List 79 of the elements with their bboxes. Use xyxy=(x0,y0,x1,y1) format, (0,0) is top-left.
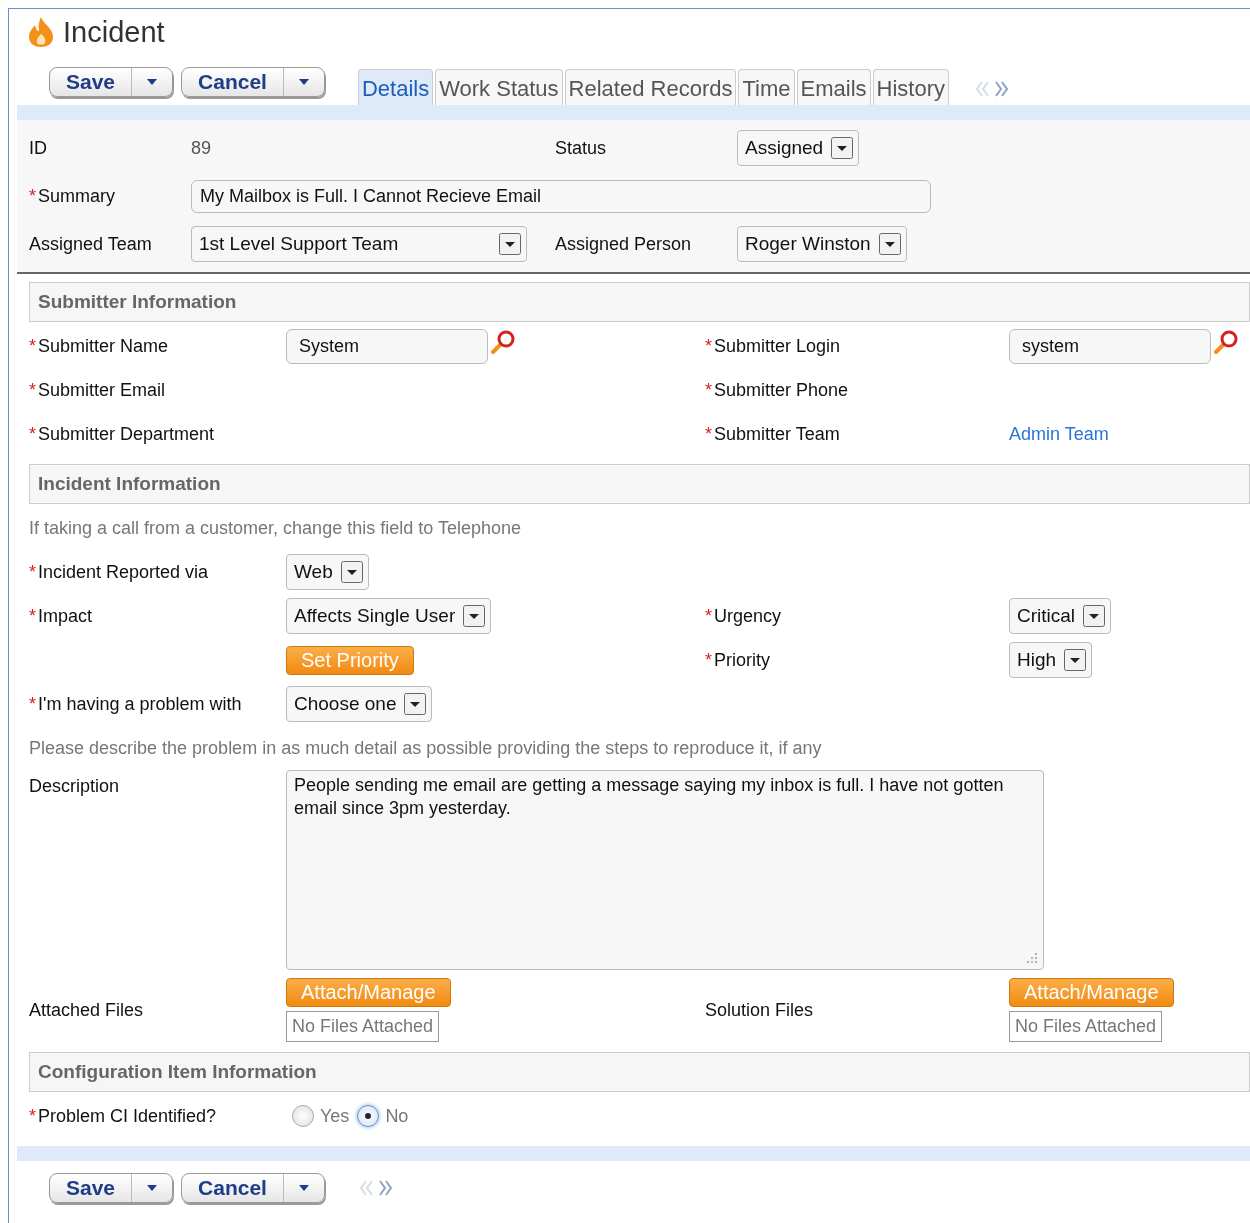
help-text: If taking a call from a customer, change this field to Telephone xyxy=(29,517,521,539)
field-label: Submitter Phone xyxy=(714,379,849,401)
field-label: Incident Reported via xyxy=(38,561,209,583)
split-button[interactable]: Cancel xyxy=(181,67,325,97)
dropdown[interactable]: High xyxy=(1009,642,1093,678)
section-header: Incident Information xyxy=(29,464,1250,504)
required-mark: * xyxy=(29,423,36,445)
caret-icon xyxy=(147,79,158,85)
input-field[interactable]: System xyxy=(286,328,488,364)
caret-icon xyxy=(298,1185,309,1191)
caret-icon xyxy=(147,1185,158,1191)
field-label: Submitter Team xyxy=(714,423,840,445)
required-mark: * xyxy=(29,185,36,207)
required-mark: * xyxy=(29,379,36,401)
files-status: No Files Attached xyxy=(1009,1011,1163,1042)
field-label: Impact xyxy=(38,605,93,627)
radio-button[interactable] xyxy=(357,1105,380,1127)
section-header: Submitter Information xyxy=(29,282,1250,322)
files-status: No Files Attached xyxy=(286,1011,440,1042)
required-mark: * xyxy=(705,605,712,627)
field-label: Summary xyxy=(38,185,116,207)
next-icon[interactable] xyxy=(378,1180,393,1196)
caret-icon xyxy=(298,79,309,85)
tab[interactable]: Work Status xyxy=(435,69,563,105)
required-mark: * xyxy=(705,335,712,357)
page-title: Incident xyxy=(63,15,165,49)
dropdown[interactable]: Critical xyxy=(1009,598,1112,634)
radio-button[interactable] xyxy=(292,1105,314,1127)
field-label: Description xyxy=(29,776,120,797)
input-field[interactable]: system xyxy=(1009,328,1211,364)
search-icon xyxy=(1213,328,1239,355)
dropdown[interactable]: Web xyxy=(286,554,369,590)
required-mark: * xyxy=(29,1105,36,1127)
field-label: Submitter Name xyxy=(38,335,169,357)
field-label: Status xyxy=(555,137,607,159)
required-mark: * xyxy=(705,649,712,671)
field-label: ID xyxy=(29,137,47,159)
split-button[interactable]: Save xyxy=(49,67,174,97)
input-field[interactable]: My Mailbox is Full. I Cannot Recieve Email xyxy=(191,179,931,213)
text-area[interactable]: People sending me email are getting a message saying my inbox is full. I have not gotten email since 3pm yesterday. xyxy=(286,770,1044,970)
radio-label: Yes xyxy=(320,1105,350,1127)
field-label: Problem CI Identified? xyxy=(38,1105,217,1127)
required-mark: * xyxy=(29,335,36,357)
dropdown[interactable]: 1st Level Support Team xyxy=(191,226,527,262)
team-link[interactable]: Admin Team xyxy=(1009,423,1109,445)
field-label: Assigned Team xyxy=(29,233,152,255)
tab[interactable]: History xyxy=(872,69,949,105)
field-value: 89 xyxy=(191,137,212,159)
search-icon xyxy=(490,328,516,355)
field-label: Attached Files xyxy=(29,999,144,1021)
resize-grip-icon xyxy=(1027,953,1037,963)
split-button[interactable]: Save xyxy=(49,1173,174,1203)
tab[interactable]: Emails xyxy=(796,69,871,105)
field-label: Submitter Login xyxy=(714,335,841,357)
tab[interactable]: Time xyxy=(738,69,795,105)
next-icon[interactable] xyxy=(995,81,1009,97)
split-button[interactable]: Cancel xyxy=(181,1173,325,1203)
required-mark: * xyxy=(29,605,36,627)
flame-icon xyxy=(27,16,55,48)
dropdown[interactable]: Affects Single User xyxy=(286,598,492,634)
radio-label: No xyxy=(385,1105,409,1127)
tab[interactable]: Details xyxy=(357,69,434,105)
field-label: I'm having a problem with xyxy=(38,693,242,715)
field-label: Submitter Email xyxy=(38,379,166,401)
field-label: Priority xyxy=(714,649,771,671)
help-text: Please describe the problem in as much detail as possible providing the steps to reproduce it, if any xyxy=(29,737,822,759)
dropdown[interactable]: Roger Winston xyxy=(737,226,907,262)
field-label: Solution Files xyxy=(705,999,814,1021)
field-label: Submitter Department xyxy=(38,423,215,445)
required-mark: * xyxy=(29,561,36,583)
section-header: Configuration Item Information xyxy=(29,1052,1250,1092)
tab[interactable]: Related Records xyxy=(564,69,737,105)
required-mark: * xyxy=(705,423,712,445)
required-mark: * xyxy=(29,693,36,715)
dropdown[interactable]: Choose one xyxy=(286,686,433,722)
field-label: Assigned Person xyxy=(555,233,692,255)
field-label: Urgency xyxy=(714,605,782,627)
dropdown[interactable]: Assigned xyxy=(737,130,860,166)
required-mark: * xyxy=(705,379,712,401)
